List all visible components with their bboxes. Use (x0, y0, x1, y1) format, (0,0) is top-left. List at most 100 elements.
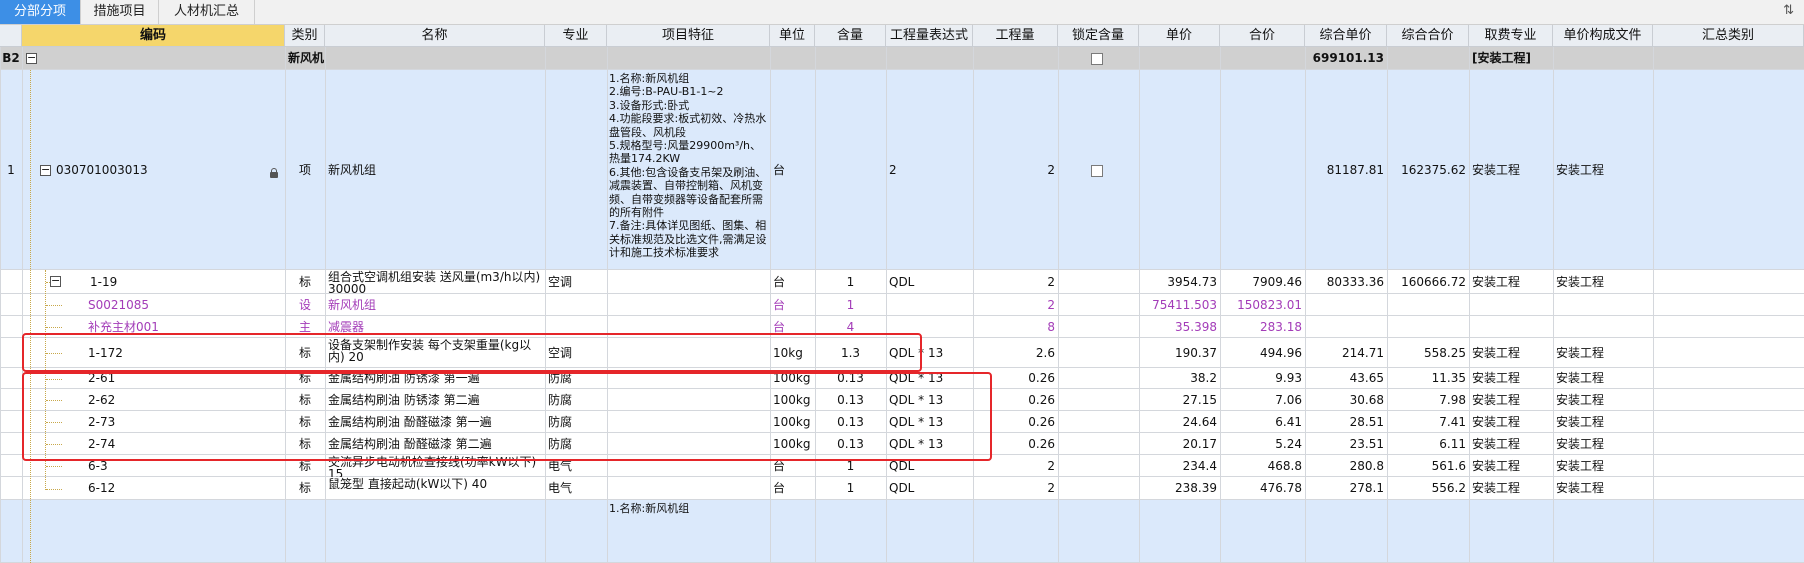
cell-unit[interactable]: 台 (770, 455, 815, 477)
cell-qty[interactable]: 0.26 (973, 411, 1058, 433)
cell-price[interactable]: 24.64 (1139, 411, 1220, 433)
cell-price[interactable]: 38.2 (1139, 368, 1220, 389)
cell-expr[interactable]: QDL * 13 (886, 433, 973, 455)
cell-utotal[interactable]: 160666.72 (1387, 270, 1469, 294)
cell-major[interactable]: 防腐 (545, 368, 607, 389)
cell-total[interactable]: 7.06 (1220, 389, 1305, 411)
cell-qty[interactable]: 0.26 (973, 368, 1058, 389)
item-file[interactable]: 安装工程 (1553, 70, 1653, 270)
cell-total[interactable]: 468.8 (1220, 455, 1305, 477)
cell-fee[interactable]: 安装工程 (1469, 433, 1553, 455)
cell-type[interactable]: 标 (285, 433, 325, 455)
column-header-fee[interactable]: 取费专业 (1469, 25, 1553, 47)
cell-name[interactable]: 金属结构刷油 防锈漆 第一遍 (325, 368, 545, 389)
cell-total[interactable]: 476.78 (1220, 477, 1305, 500)
cell-utotal[interactable]: 7.41 (1387, 411, 1469, 433)
lock-content-checkbox[interactable] (1091, 165, 1103, 177)
cell-file[interactable]: 安装工程 (1553, 338, 1653, 368)
column-header-content[interactable]: 含量 (815, 25, 886, 47)
collapse-toggle[interactable]: − (26, 52, 37, 64)
cell-major[interactable]: 防腐 (545, 389, 607, 411)
group-file[interactable]: [安装工程] (1469, 47, 1553, 70)
cell-type[interactable]: 标 (285, 368, 325, 389)
cell-type[interactable]: 设 (285, 294, 325, 316)
cell-code[interactable]: 1-19 (22, 270, 285, 294)
cell-unit[interactable]: 100kg (770, 411, 815, 433)
cell-name[interactable]: 金属结构刷油 酚醛磁漆 第二遍 (325, 433, 545, 455)
cell-uprice[interactable]: 80333.36 (1305, 270, 1387, 294)
cell-price[interactable]: 190.37 (1139, 338, 1220, 368)
cell-content[interactable]: 1 (815, 477, 886, 500)
cell-utotal[interactable] (1387, 294, 1469, 316)
cell-content[interactable]: 1.3 (815, 338, 886, 368)
row-index[interactable]: B2 (0, 47, 22, 70)
cell-name[interactable]: 组合式空调机组安装 送风量(m3/h以内) 30000 (325, 270, 545, 294)
cell-name[interactable]: 新风机组 (325, 294, 545, 316)
cell-expr[interactable]: QDL * 13 (886, 338, 973, 368)
cell-price[interactable]: 3954.73 (1139, 270, 1220, 294)
cell-price[interactable]: 238.39 (1139, 477, 1220, 500)
column-header-qty[interactable]: 工程量 (973, 25, 1058, 47)
cell-unit[interactable]: 10kg (770, 338, 815, 368)
column-header-lock[interactable]: 锁定含量 (1058, 25, 1139, 47)
cell-qty[interactable]: 2.6 (973, 338, 1058, 368)
cell-fee[interactable]: 安装工程 (1469, 368, 1553, 389)
item-feature[interactable]: 1.名称:新风机组 (607, 502, 770, 516)
cell-uprice[interactable]: 43.65 (1305, 368, 1387, 389)
row-index[interactable]: 1 (0, 70, 22, 270)
cell-unit[interactable]: 100kg (770, 389, 815, 411)
cell-file[interactable] (1553, 316, 1653, 338)
cell-fee[interactable]: 安装工程 (1469, 455, 1553, 477)
cell-content[interactable]: 1 (815, 270, 886, 294)
cell-unit[interactable]: 台 (770, 270, 815, 294)
cell-unit[interactable]: 100kg (770, 433, 815, 455)
cell-expr[interactable]: QDL * 13 (886, 411, 973, 433)
cell-file[interactable]: 安装工程 (1553, 411, 1653, 433)
column-header-unit[interactable]: 单位 (770, 25, 815, 47)
cell-expr[interactable]: QDL (886, 477, 973, 500)
column-header-expr[interactable]: 工程量表达式 (886, 25, 973, 47)
cell-major[interactable] (545, 294, 607, 316)
cell-qty[interactable]: 0.26 (973, 389, 1058, 411)
cell-content[interactable]: 0.13 (815, 389, 886, 411)
cell-utotal[interactable]: 11.35 (1387, 368, 1469, 389)
cell-utotal[interactable] (1387, 316, 1469, 338)
bill-item-row-partial[interactable] (0, 500, 1804, 563)
cell-content[interactable]: 1 (815, 455, 886, 477)
cell-price[interactable]: 27.15 (1139, 389, 1220, 411)
item-feature[interactable]: 1.名称:新风机组 2.编号:B-PAU-B1-1~2 3.设备形式:卧式 4.… (607, 72, 770, 270)
cell-file[interactable]: 安装工程 (1553, 368, 1653, 389)
collapse-toggle[interactable]: − (50, 275, 61, 287)
cell-uprice[interactable]: 23.51 (1305, 433, 1387, 455)
cell-content[interactable]: 0.13 (815, 411, 886, 433)
cell-qty[interactable]: 2 (973, 294, 1058, 316)
column-header-code[interactable]: 编码 (22, 25, 285, 47)
cell-price[interactable]: 75411.503 (1139, 294, 1220, 316)
cell-unit[interactable]: 台 (770, 477, 815, 500)
cell-content[interactable]: 4 (815, 316, 886, 338)
column-header-uprice[interactable]: 综合单价 (1305, 25, 1387, 47)
cell-utotal[interactable]: 558.25 (1387, 338, 1469, 368)
cell-unit[interactable]: 台 (770, 294, 815, 316)
item-fee[interactable]: 安装工程 (1469, 70, 1553, 270)
cell-expr[interactable] (886, 316, 973, 338)
cell-utotal[interactable]: 561.6 (1387, 455, 1469, 477)
cell-price[interactable]: 234.4 (1139, 455, 1220, 477)
cell-major[interactable]: 防腐 (545, 411, 607, 433)
cell-qty[interactable]: 0.26 (973, 433, 1058, 455)
cell-file[interactable]: 安装工程 (1553, 455, 1653, 477)
cell-content[interactable]: 0.13 (815, 433, 886, 455)
cell-name[interactable]: 减震器 (325, 316, 545, 338)
cell-fee[interactable]: 安装工程 (1469, 270, 1553, 294)
sort-updown-icon[interactable]: ⇅ (1783, 3, 1794, 18)
cell-expr[interactable]: QDL * 13 (886, 368, 973, 389)
cell-major[interactable]: 空调 (545, 270, 607, 294)
cell-qty[interactable]: 2 (973, 455, 1058, 477)
cell-fee[interactable]: 安装工程 (1469, 338, 1553, 368)
cell-expr[interactable]: QDL * 13 (886, 389, 973, 411)
cell-uprice[interactable]: 28.51 (1305, 411, 1387, 433)
cell-total[interactable]: 6.41 (1220, 411, 1305, 433)
cell-name[interactable]: 鼠笼型 直接起动(kW以下) 40 (325, 477, 545, 500)
item-qty[interactable]: 2 (973, 70, 1058, 270)
cell-type[interactable]: 标 (285, 477, 325, 500)
